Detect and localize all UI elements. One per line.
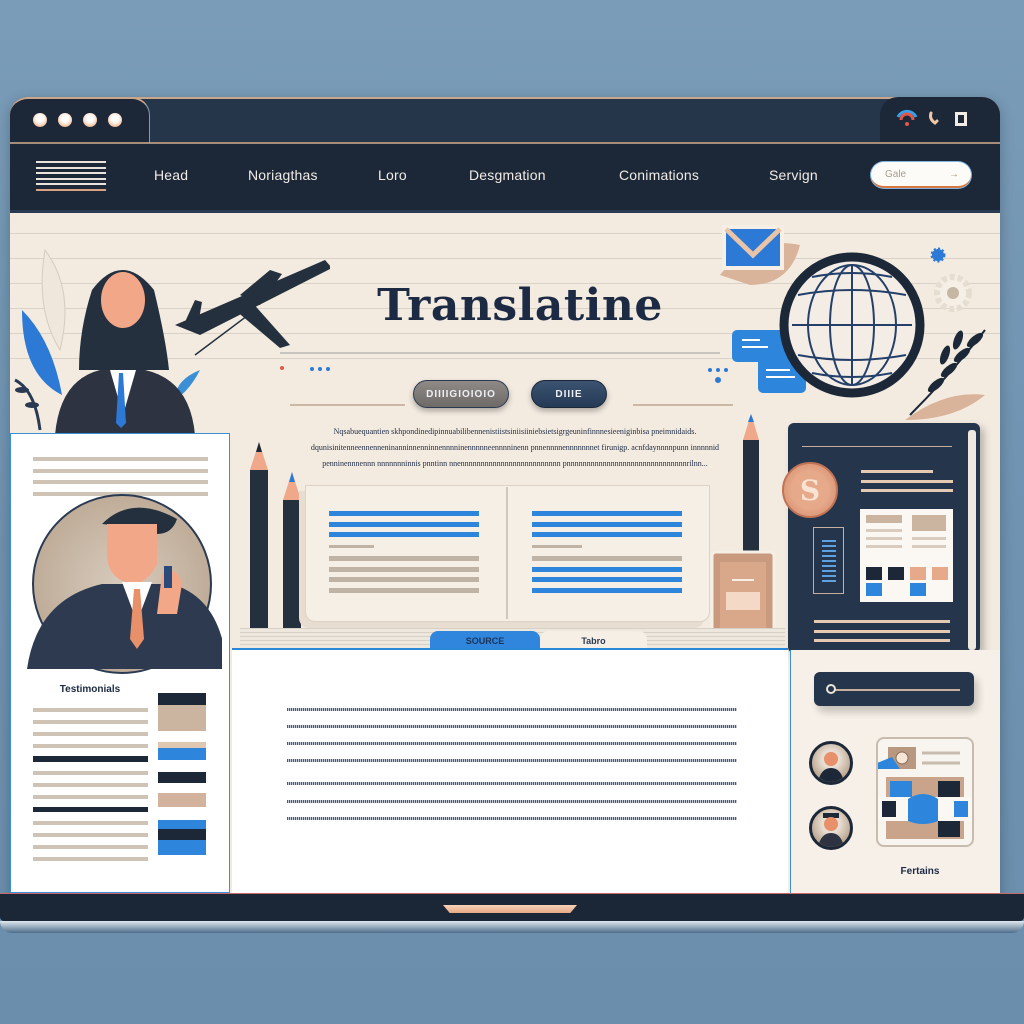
feature-card[interactable]: [872, 737, 974, 847]
hero-side-rule: [290, 404, 405, 406]
window-control-dot[interactable]: [108, 113, 122, 127]
system-tray: [880, 97, 1000, 143]
nav-item-noriagthas[interactable]: Noriagthas: [248, 167, 318, 183]
swatch-tan: [158, 793, 206, 807]
swatch-blue: [158, 820, 206, 829]
text-line: [287, 759, 737, 762]
text-line: [287, 817, 737, 820]
window-icon[interactable]: [955, 112, 967, 126]
title-bar: [10, 97, 1000, 143]
phone-icon[interactable]: [929, 111, 939, 125]
document-thumbnail: [860, 509, 953, 602]
laptop-base: [0, 921, 1024, 933]
notebook-line: [861, 480, 953, 483]
slider-rail: [832, 689, 960, 691]
nav-item-desgmation[interactable]: Desgmation: [469, 167, 546, 183]
dots-decoration: [708, 368, 728, 383]
notebook-line: [814, 630, 950, 633]
woman-avatar: [55, 270, 195, 435]
text-line: [287, 742, 737, 745]
features-heading: Fertains: [900, 866, 940, 877]
main-text-panel: [232, 648, 788, 893]
hero-title: Translatine: [377, 280, 663, 331]
nav-item-loro[interactable]: Loro: [378, 167, 407, 183]
translation-feature-icon: [872, 747, 972, 839]
menu-icon[interactable]: [36, 161, 106, 191]
notebook-line: [802, 446, 952, 447]
window-control-dot[interactable]: [58, 113, 72, 127]
hero-illustration-left: [14, 248, 330, 435]
swatch-blue: [158, 748, 206, 760]
person-icon: [818, 752, 844, 782]
man-avatar: [27, 507, 222, 669]
text-line: [287, 725, 737, 728]
notebook-line: [861, 489, 953, 492]
notebook-line: [861, 470, 933, 473]
nav-item-head[interactable]: Head: [154, 167, 188, 183]
notebook-line: [814, 620, 950, 623]
notebook-spine: [968, 430, 976, 650]
slider-handle[interactable]: [826, 684, 836, 694]
user-avatar[interactable]: [809, 806, 853, 850]
hero-side-rule: [633, 404, 733, 406]
nav-item-servign[interactable]: Servign: [769, 167, 818, 183]
search-input[interactable]: Gale →: [871, 162, 971, 188]
text-line: [33, 480, 208, 484]
wifi-icon[interactable]: [896, 109, 918, 126]
swatch-navy: [158, 829, 206, 840]
hero-divider: [280, 352, 720, 354]
text-line: [287, 800, 737, 803]
pencil-icon: [743, 414, 759, 570]
search-placeholder: Gale: [885, 168, 907, 180]
text-line: [287, 782, 737, 785]
currency-coin-icon: S: [782, 462, 838, 518]
laptop-notch: [443, 905, 577, 913]
envelope-icon: [720, 225, 800, 285]
notebook-label-box: [813, 527, 844, 594]
primary-button[interactable]: DIIIIGIOIOIO: [413, 380, 509, 408]
gear-icon: [930, 247, 972, 312]
swatch-tan: [158, 705, 206, 731]
swatch-navy: [158, 693, 206, 705]
text-line: [33, 469, 208, 473]
person-icon: [818, 813, 844, 847]
secondary-button[interactable]: DIIIE: [531, 380, 607, 408]
swatch-navy: [158, 772, 206, 783]
hero-description: Nqsabuequantien skhpondinedipinnuabilibe…: [310, 427, 720, 468]
user-avatar[interactable]: [809, 741, 853, 785]
globe-icon: [779, 252, 925, 398]
text-line: [33, 457, 208, 461]
swatch-blue: [158, 840, 206, 855]
text-line: [287, 708, 737, 711]
window-control-dot[interactable]: [83, 113, 97, 127]
testimonials-heading: Testimonials: [59, 684, 121, 695]
dots-decoration: [280, 366, 330, 371]
arrow-right-icon: →: [949, 168, 959, 180]
window-tab[interactable]: [10, 97, 150, 143]
notebook-line: [814, 639, 950, 642]
nav-item-conimations[interactable]: Conimations: [619, 167, 699, 183]
pencil-icon: [250, 442, 268, 650]
translation-divider: [506, 487, 508, 619]
window-control-dot[interactable]: [33, 113, 47, 127]
pencil-icon: [283, 472, 301, 650]
